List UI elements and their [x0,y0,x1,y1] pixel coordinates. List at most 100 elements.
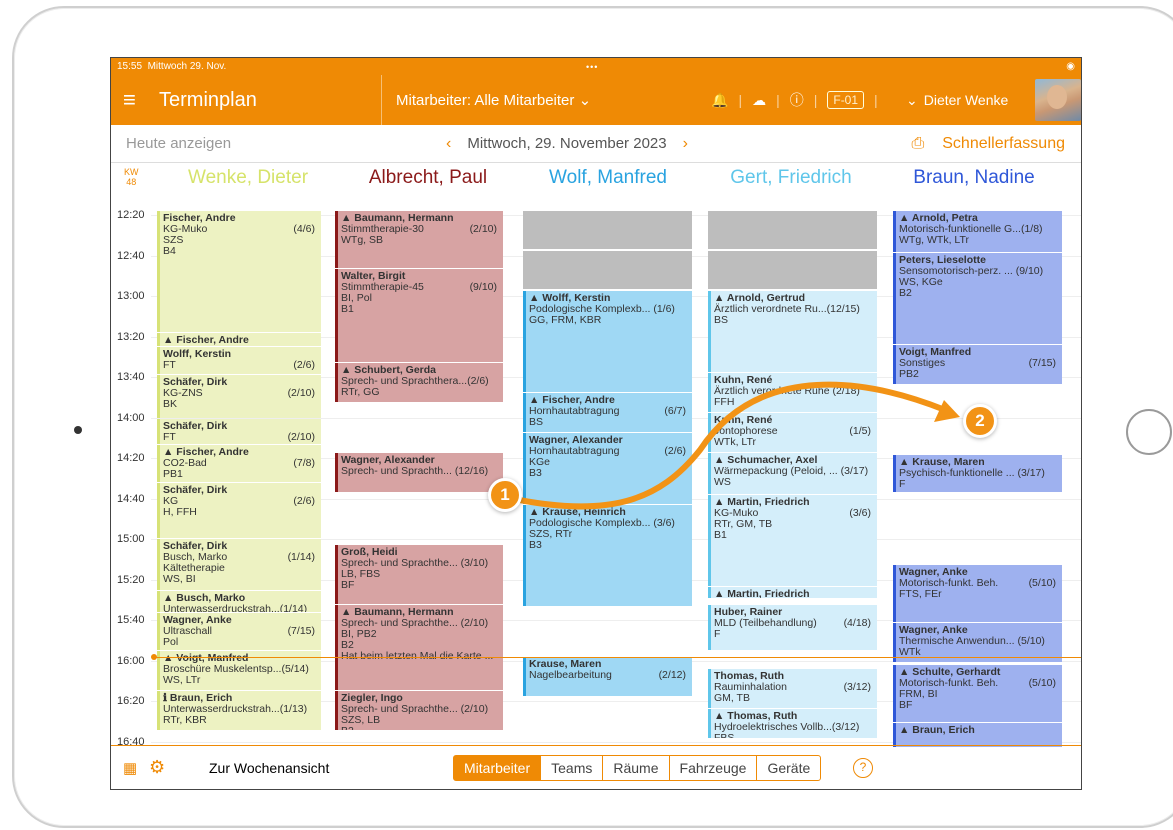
appointment-detail: WS, KGe [899,276,943,288]
session-count: (4/18) [843,617,871,629]
date-toolbar: Heute anzeigen ‹ Mittwoch, 29. November … [111,125,1081,163]
segment-mitarbeiter[interactable]: Mitarbeiter [454,755,542,780]
appointment-card[interactable]: ▲ Fischer, AndreWolff, Kerstin(2/6)KGLFr [157,333,321,346]
appointment-card[interactable]: Kuhn, René Jontophorese (1/5) WTk, LTr [708,413,877,452]
appointment-card[interactable]: Wolff, Kerstin FT (2/6) [157,347,321,374]
appointment-card[interactable]: Krause, Maren Nagelbearbeitung (2/12) [523,657,692,696]
help-icon[interactable]: ⓘ [790,90,804,110]
column-header-albrecht[interactable]: Albrecht, Paul [338,167,518,189]
appointment-detail: GG, FRM, KBR [529,314,602,326]
session-count: (1/5) [849,425,871,437]
appointment-color-bar [335,269,338,362]
quick-entry-button[interactable]: Schnellerfassung [942,135,1065,153]
appointment-detail: RTr, GM, TB [714,518,773,530]
segment-raeume[interactable]: Räume [603,755,670,780]
staff-filter-dropdown[interactable]: Mitarbeiter: Alle Mitarbeiter ⌄ [396,75,591,125]
appointment-card[interactable]: ℹ Braun, Erich Unterwasserdruckstrah...(1… [157,691,321,730]
appointment-color-bar [523,291,526,392]
appointment-detail: Ärztlich verordnete Ruhe (2/18) [714,385,860,397]
appointment-card[interactable]: ▲ Braun, Erich [893,723,1062,747]
appointment-card[interactable]: Peters, Lieselotte Sensomotorisch-perz. .… [893,253,1062,344]
calendar-icon[interactable]: ▦ [123,759,137,777]
appointment-card[interactable]: ▲ Baumann, Hermann Sprech- und Sprachthe.… [335,605,503,690]
column-header-wolf[interactable]: Wolf, Manfred [518,167,698,189]
time-label: 14:40 [117,492,145,505]
appointment-card[interactable]: Schäfer, Dirk KG-ZNS (2/10) BK [157,375,321,418]
appointment-detail: BI, PB2 [341,628,377,640]
appointment-card[interactable]: Schäfer, Dirk KG (2/6) H, FFH [157,483,321,538]
bell-icon[interactable]: 🔔 [711,92,728,109]
appointment-card[interactable]: ▲ Martin, Friedrich KG-Muko (3/6) RTr, GM, … [708,495,877,586]
current-date[interactable]: Mittwoch, 29. November 2023 [467,135,666,152]
appointment-detail: Thermische Anwendun... (5/10) [899,635,1045,647]
appointment-card[interactable]: ▲ Busch, Marko Unterwasserdruckstrah...(1… [157,591,321,612]
appointment-detail: B1 [341,303,354,315]
appointment-card[interactable]: ▲ Schubert, Gerda Sprech- und Sprachthera… [335,363,503,402]
appointment-color-bar [708,495,711,586]
appointment-detail: KGe [529,456,551,468]
column-header-wenke[interactable]: Wenke, Dieter [158,167,338,189]
appointment-card[interactable]: ▲ Schulte, Gerhardt Motorisch-funkt. Beh.… [893,665,1062,722]
segment-fahrzeuge[interactable]: Fahrzeuge [670,755,758,780]
appointment-detail: FRM, BI [899,688,938,700]
column-header-gert[interactable]: Gert, Friedrich [701,167,881,189]
help-icon[interactable]: ? [853,757,873,778]
menu-icon[interactable]: ≡ [123,87,145,113]
time-label: 13:20 [117,330,145,343]
appointment-card[interactable]: Huber, Rainer MLD (Teilbehandlung) (4/18) F [708,605,877,650]
appointment-detail: SZS, RTr [529,528,573,540]
home-button[interactable] [1126,409,1172,455]
appointment-color-bar [893,565,896,622]
appointment-color-bar [708,413,711,452]
appointment-card[interactable]: Wagner, Alexander Sprech- und Sprachth...… [335,453,503,492]
avatar[interactable] [1035,79,1081,121]
cloud-icon[interactable]: ☁ [752,92,766,109]
appointment-card[interactable]: Voigt, Manfred Sonstiges (7/15) PB2 [893,345,1062,384]
appointment-card[interactable]: Ziegler, Ingo Sprech- und Sprachthe... (2… [335,691,503,730]
appointment-card[interactable]: ▲ Arnold, Gertrud Ärztlich verordnete Ru.… [708,291,877,372]
appointment-card[interactable]: ▲ Schumacher, Axel Wärmepackung (Peloid, … [708,453,877,494]
user-menu[interactable]: ⌄ Dieter Wenke [906,92,1008,109]
appointment-card[interactable]: Schäfer, Dirk Busch, Marko (1/14) Kältether… [157,539,321,590]
appointment-card[interactable]: ▲ Fischer, Andre CO2-Bad (7/8) PB1 [157,445,321,482]
calendar-week: KW 48 [124,167,139,187]
appointment-card[interactable]: Wagner, Anke Motorisch-funkt. Beh. (5/10) F… [893,565,1062,622]
appointment-color-bar [708,587,711,598]
terminal-badge[interactable]: F-01 [827,91,865,109]
session-count: (2/12) [658,669,686,681]
appointment-card[interactable]: ▲ Wolff, Kerstin Podologische Komplexb...… [523,291,692,392]
appointment-card[interactable]: ▲ Baumann, Hermann Stimmtherapie-30 (2/10)… [335,211,503,268]
appointment-card[interactable]: ▲ Krause, Heinrich Podologische Komplexb.… [523,505,692,606]
show-today-button[interactable]: Heute anzeigen [126,135,231,152]
separator: | [874,92,878,108]
separator: | [776,92,780,108]
appointment-card[interactable]: Kuhn, René Ärztlich verordnete Ruhe (2/18… [708,373,877,412]
appointment-card[interactable]: Fischer, Andre KG-Muko (4/6) SZS B4 [157,211,321,332]
gear-icon[interactable]: ⚙ [149,757,165,778]
appointment-detail: RTr, GG [341,386,380,398]
column-header-braun[interactable]: Braun, Nadine [884,167,1064,189]
appointment-card[interactable]: ▲ Fischer, Andre Hornhautabtragung (6/7) BS [523,393,692,432]
appointment-detail: B3 [529,467,542,479]
appointment-card[interactable]: ▲ Martin, Friedrich [708,587,877,598]
segment-geraete[interactable]: Geräte [757,756,820,780]
printer-icon[interactable]: ⎙ [911,135,924,153]
appointment-card[interactable]: Walter, Birgit Stimmtherapie-45 (9/10) BI, … [335,269,503,362]
appointment-color-bar [335,363,338,402]
appointment-card[interactable]: ▲ Arnold, Petra Motorisch-funktionelle G.… [893,211,1062,252]
appointment-card[interactable]: Wagner, Alexander Hornhautabtragung (2/6) K… [523,433,692,504]
appointment-detail: WTg, WTk, LTr [899,234,969,246]
column-headers: KW 48 Wenke, Dieter Albrecht, Paul Wolf,… [111,163,1081,197]
week-view-button[interactable]: Zur Wochenansicht [209,760,329,776]
appbar-divider [381,75,382,125]
segment-teams[interactable]: Teams [541,755,604,780]
appointment-card[interactable]: ▲ Krause, Maren Psychisch-funktionelle ..… [893,455,1062,492]
next-day-icon[interactable]: › [683,135,688,153]
appointment-card[interactable]: Thomas, Ruth Rauminhalation (3/12) GM, TB [708,669,877,708]
appointment-card[interactable]: Schäfer, Dirk FT (2/10) [157,419,321,444]
appointment-card[interactable]: ▲ Thomas, Ruth Hydroelektrisches Vollb...… [708,709,877,738]
appointment-card[interactable]: Wagner, Anke Ultraschall (7/15) Pol [157,613,321,650]
prev-day-icon[interactable]: ‹ [446,135,451,153]
time-label: 12:40 [117,249,145,262]
appointment-card[interactable]: Groß, Heidi Sprech- und Sprachthe... (3/1… [335,545,503,604]
